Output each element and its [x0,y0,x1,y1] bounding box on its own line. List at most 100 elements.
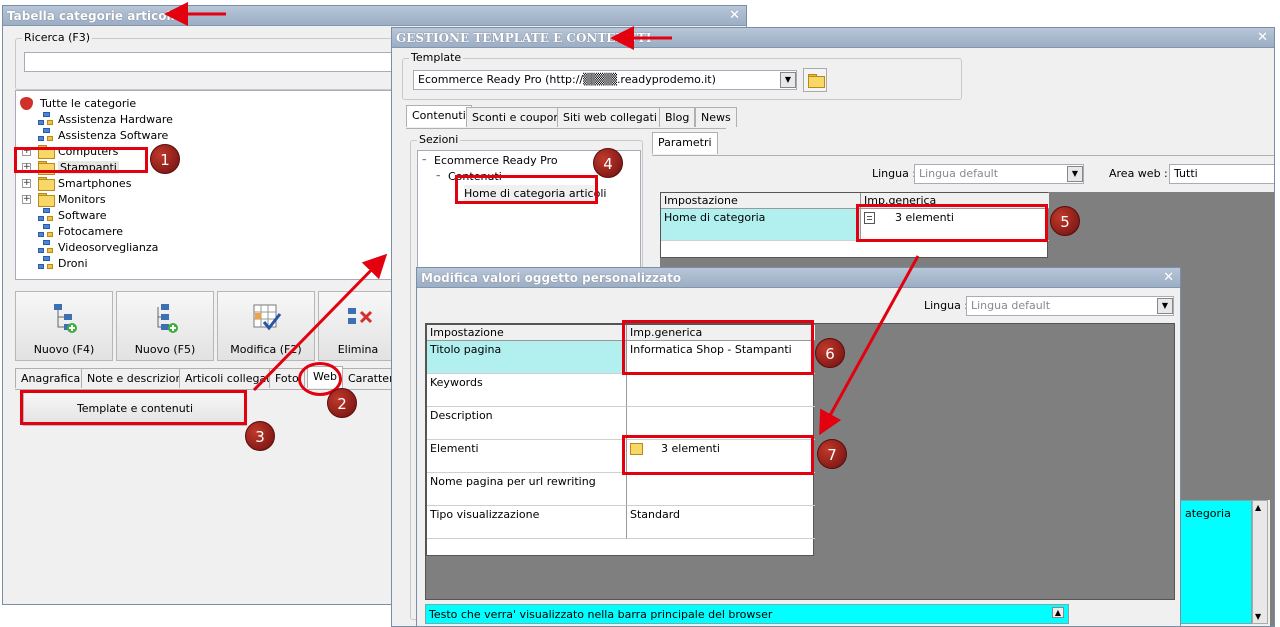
hint-bar: Testo che verra' visualizzato nella barr… [425,604,1069,624]
chevron-down-icon[interactable]: ▼ [1157,298,1173,314]
close-icon[interactable]: ✕ [1163,270,1174,285]
tree-item[interactable]: Fotocamere [38,224,338,240]
tree-item[interactable]: Videosorveglianza [38,240,338,256]
grid-cell-setting[interactable]: Home di categoria [661,209,861,241]
grid-cell-value[interactable] [627,473,815,506]
new-f5-button[interactable]: Nuovo (F5) [116,291,214,361]
highlight-3-elementi [856,204,1048,242]
area-web-label: Area web : [1109,167,1168,180]
tree-item[interactable]: Assistenza Hardware [38,112,338,128]
grid-cell-setting[interactable]: Elementi [427,440,627,473]
network-icon [38,208,54,223]
tab-sconti[interactable]: Sconti e coupon [466,107,567,127]
win2-tabs: Contenuti Sconti e coupon Siti web colle… [406,105,737,129]
tree-add-child-icon [153,302,179,334]
window-titlebar[interactable]: Modifica valori oggetto personalizzato ✕ [417,268,1180,288]
new-f5-label: Nuovo (F5) [134,343,196,356]
network-icon [38,112,54,127]
category-tree[interactable]: Tutte le categorie Assistenza Hardware As… [15,90,393,280]
new-f4-label: Nuovo (F4) [33,343,95,356]
step-badge-2: 2 [327,388,357,418]
tab-contenuti[interactable]: Contenuti [406,105,472,127]
tab-siti-web[interactable]: Siti web collegati [557,107,663,127]
network-icon [38,256,54,271]
delete-button[interactable]: Elimina [318,291,398,361]
grid-cell-setting[interactable]: Titolo pagina [427,341,627,374]
chevron-down-icon[interactable]: ▼ [1067,166,1083,182]
search-label: Ricerca (F3) [22,31,92,44]
highlight-stampanti [14,147,148,173]
grid-cell-setting[interactable]: Nome pagina per url rewriting [427,473,627,506]
scroll-up-icon[interactable]: ▲ [1255,503,1261,512]
edit-button[interactable]: Modifica (F2) [217,291,315,361]
folder-icon [808,74,825,88]
folder-icon [38,193,55,207]
step-badge-6: 6 [815,338,845,368]
new-f4-button[interactable]: Nuovo (F4) [15,291,113,361]
grid-cell-value[interactable]: Standard [627,506,815,539]
template-group: Template Ecommerce Ready Pro (http://▒▒▒… [402,51,962,100]
tab-news[interactable]: News [695,107,737,127]
expand-icon[interactable]: + [22,179,31,188]
collapse-icon: – [422,155,427,165]
step-badge-5: 5 [1050,206,1080,236]
step-badge-1: 1 [150,144,180,174]
folder-open-button[interactable] [803,68,827,92]
network-icon [38,128,54,143]
area-web-select[interactable]: Tutti [1169,164,1274,184]
tab-blog[interactable]: Blog [659,107,696,127]
expand-icon[interactable]: + [22,195,31,204]
grid-cell-setting[interactable]: Description [427,407,627,440]
side-panel: ategoria ▲ ▼ [1178,500,1270,626]
grid-cell-setting[interactable]: Keywords [427,374,627,407]
lingua-label: Lingua : [924,299,969,312]
template-label: Template [409,51,464,64]
side-scrollbar[interactable]: ▲ ▼ [1252,500,1268,624]
tab-anagrafica[interactable]: Anagrafica [15,368,87,388]
highlight-template-button [20,390,247,425]
tree-item[interactable]: Assistenza Software [38,128,338,144]
close-icon[interactable]: ✕ [729,8,740,23]
step-badge-7: 7 [817,439,847,469]
scroll-down-icon[interactable]: ▼ [1255,612,1261,621]
window-titlebar[interactable]: Tabella categorie articoli ✕ [3,6,746,26]
column-header: Impostazione [661,193,861,209]
network-icon [38,240,54,255]
network-icon [38,224,54,239]
column-header: Impostazione [427,325,627,341]
lingua-label: Lingua : [872,167,917,180]
tab-parametri[interactable]: Parametri [652,132,718,154]
folder-icon [38,177,55,191]
param-tabs: Parametri [652,132,1274,156]
highlight-home-categoria [455,175,598,204]
side-cyan-field[interactable]: ategoria [1180,500,1252,624]
chevron-down-icon[interactable]: ▼ [780,72,796,88]
tree-item[interactable]: Droni [38,256,338,272]
window-title: Tabella categorie articoli [7,9,175,23]
search-input[interactable] [24,52,414,72]
grid-cell-setting[interactable]: Tipo visualizzazione [427,506,627,539]
lingua-select[interactable]: Lingua default [914,164,1084,184]
edit-label: Modifica (F2) [230,343,302,356]
tab-note[interactable]: Note e descrizioni [81,368,192,388]
tree-item[interactable]: + Monitors [22,192,338,208]
step-badge-4: 4 [593,148,623,178]
step-badge-3: 3 [245,421,275,451]
tab-articoli-collegati[interactable]: Articoli collegati [179,368,280,388]
lingua-select[interactable]: Lingua default [966,296,1174,316]
tree-item[interactable]: Software [38,208,338,224]
template-select[interactable]: Ecommerce Ready Pro (http://▒▒▒▒.readypr… [413,70,797,90]
window-title: Modifica valori oggetto personalizzato [421,271,682,285]
strawberry-icon [20,97,33,110]
tree-item[interactable]: + Smartphones [22,176,338,192]
grid-cell-value[interactable] [627,374,815,407]
scroll-up-icon[interactable]: ▲ [1051,607,1064,618]
sezioni-label: Sezioni [417,133,461,146]
side-text: ategoria [1185,507,1231,520]
window-titlebar[interactable]: GESTIONE TEMPLATE E CONTENUTI ✕ [392,28,1274,48]
close-icon[interactable]: ✕ [1257,30,1268,45]
tree-add-icon [52,302,78,334]
collapse-icon: – [436,171,441,181]
highlight-elementi [622,435,814,475]
window-title: GESTIONE TEMPLATE E CONTENUTI [396,31,652,45]
